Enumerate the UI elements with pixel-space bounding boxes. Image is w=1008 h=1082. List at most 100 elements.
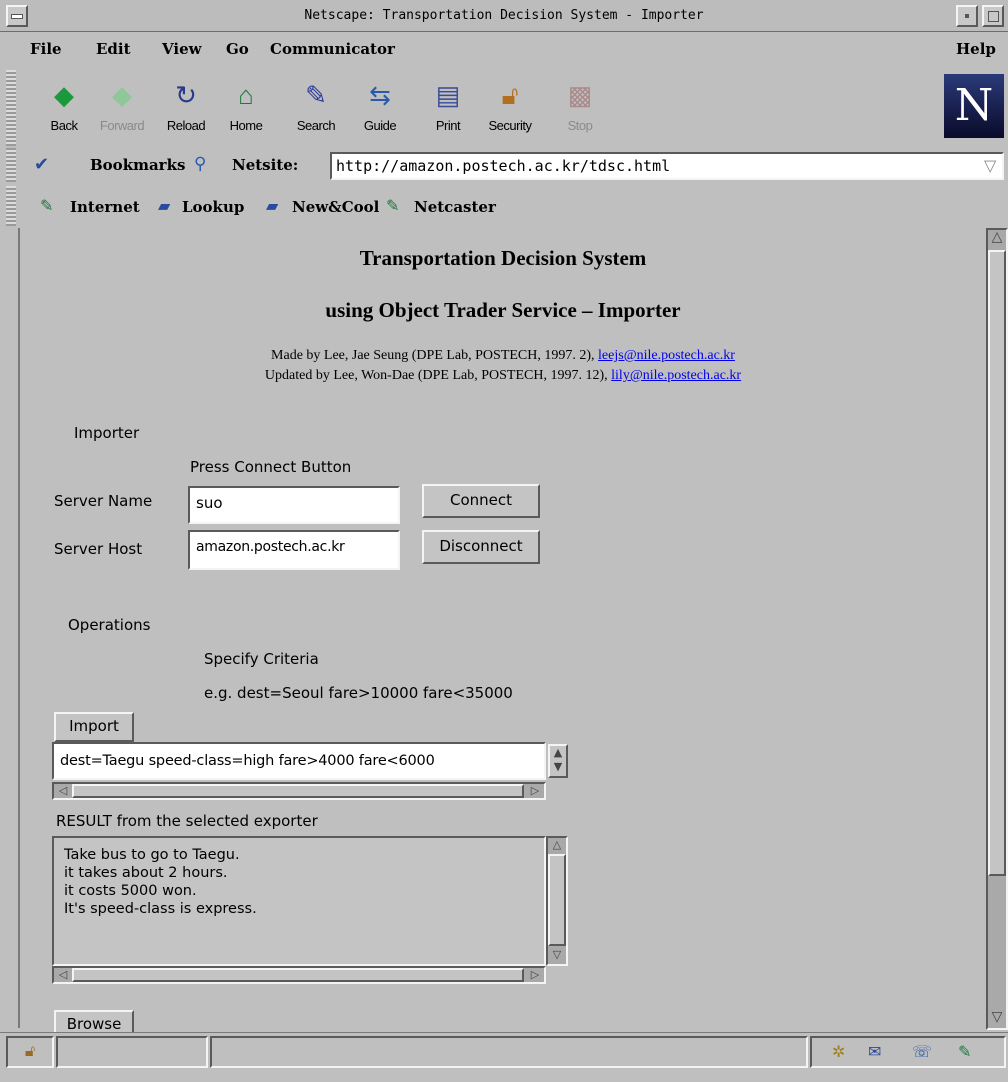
unlocked-icon: 🔓︎ <box>24 1041 36 1060</box>
result-label: RESULT from the selected exporter <box>56 812 318 830</box>
menu-file[interactable]: File <box>30 40 62 58</box>
server-host-label: Server Host <box>54 540 143 558</box>
print-button[interactable]: ▤ Print <box>420 74 476 144</box>
window-title: Netscape: Transportation Decision System… <box>304 8 704 23</box>
result-hscrollbar[interactable]: ◁ ▷ <box>52 966 546 984</box>
menu-communicator[interactable]: Communicator <box>270 40 395 58</box>
server-name-label: Server Name <box>54 492 153 510</box>
page-subtitle: using Object Trader Service – Importer <box>325 298 681 322</box>
bookmarks-button[interactable]: Bookmarks <box>90 156 185 174</box>
forward-arrow-icon: ◆ <box>112 80 132 110</box>
search-icon: ✎ <box>305 80 327 110</box>
credit-line-2: Updated by Lee, Won-Dae (DPE Lab, POSTEC… <box>20 368 986 384</box>
stop-button[interactable]: ▩ Stop <box>552 74 608 144</box>
url-history-dropdown-icon[interactable]: ▽ <box>984 156 996 175</box>
guide-button[interactable]: ⇆ Guide <box>352 74 408 144</box>
minimize-icon <box>965 14 969 18</box>
menu-bar: File Edit View Go Communicator Help <box>0 33 1008 67</box>
spin-up-icon: ▲ <box>553 746 563 759</box>
criteria-example: e.g. dest=Seoul fare>10000 fare<35000 <box>204 684 513 702</box>
credit-text-2: Updated by Lee, Won-Dae (DPE Lab, POSTEC… <box>264 368 612 383</box>
result-scroll-left-icon[interactable]: ◁ <box>54 968 72 982</box>
page-scroll-up-icon[interactable]: △ <box>988 230 1006 244</box>
result-hscroll-thumb[interactable] <box>72 968 524 982</box>
spin-down-icon: ▼ <box>553 760 563 773</box>
newcool-folder-icon: ▰ <box>266 196 279 215</box>
lookup-folder[interactable]: Lookup <box>182 198 244 216</box>
reload-button[interactable]: ↻ Reload <box>158 74 214 144</box>
print-icon: ▤ <box>435 80 461 110</box>
back-button[interactable]: ◆ Back <box>36 74 92 144</box>
result-text: Take bus to go to Taegu. it takes about … <box>64 847 257 917</box>
search-button[interactable]: ✎ Search <box>288 74 344 144</box>
newcool-folder[interactable]: New&Cool <box>292 198 379 216</box>
netsite-label: Netsite: <box>232 156 299 174</box>
specify-criteria-label: Specify Criteria <box>204 650 319 668</box>
minimize-button[interactable] <box>956 5 978 27</box>
discussions-icon[interactable]: ☏ <box>912 1042 932 1061</box>
result-scroll-right-icon[interactable]: ▷ <box>526 968 544 982</box>
result-vscroll-thumb[interactable] <box>548 854 566 946</box>
security-button[interactable]: 🔓︎ Security <box>482 74 538 144</box>
guide-icon: ⇆ <box>369 80 391 110</box>
url-field[interactable]: http://amazon.postech.ac.kr/tdsc.html <box>330 152 1004 180</box>
operations-label: Operations <box>68 616 151 634</box>
scroll-left-icon[interactable]: ◁ <box>54 784 72 798</box>
result-textarea[interactable]: Take bus to go to Taegu. it takes about … <box>52 836 546 966</box>
back-arrow-icon: ◆ <box>54 80 74 110</box>
mailbox-icon[interactable]: ✉ <box>868 1042 881 1061</box>
scroll-down-icon[interactable]: ▽ <box>548 948 566 962</box>
press-connect-label: Press Connect Button <box>190 458 352 476</box>
personal-toolbar-grip[interactable] <box>6 186 16 226</box>
home-button[interactable]: ⌂ Home <box>218 74 274 144</box>
menu-go[interactable]: Go <box>226 40 249 58</box>
toolbar-grip[interactable] <box>6 70 16 146</box>
page-proxy-icon[interactable]: ⚲ <box>194 154 206 174</box>
scroll-up-icon[interactable]: △ <box>548 838 566 852</box>
location-grip[interactable] <box>6 148 16 182</box>
content-left-frame <box>0 228 20 1028</box>
page-vscroll-thumb[interactable] <box>988 250 1006 876</box>
internet-icon: ✎ <box>40 196 54 215</box>
connect-button[interactable]: Connect <box>422 484 540 518</box>
page-title: Transportation Decision System <box>359 246 647 270</box>
menu-view[interactable]: View <box>162 40 202 58</box>
progress-meter <box>56 1036 208 1068</box>
server-host-field[interactable]: amazon.postech.ac.kr <box>188 530 400 570</box>
netscape-logo-icon[interactable]: N <box>944 74 1004 138</box>
criteria-spinner[interactable]: ▲ ▼ <box>548 744 568 778</box>
import-button[interactable]: Import <box>54 712 134 742</box>
importer-label: Importer <box>74 424 140 442</box>
maximize-icon <box>987 11 999 22</box>
stop-icon: ▩ <box>567 80 593 110</box>
menu-edit[interactable]: Edit <box>96 40 131 58</box>
reload-icon: ↻ <box>175 80 197 110</box>
menu-help[interactable]: Help <box>956 40 996 58</box>
scroll-right-icon[interactable]: ▷ <box>526 784 544 798</box>
component-bar: ✲ ✉ ☏ ✎ <box>810 1036 1006 1068</box>
lock-icon: 🔓︎ <box>501 80 519 110</box>
credit-text-1: Made by Lee, Jae Seung (DPE Lab, POSTECH… <box>271 348 599 363</box>
criteria-hscrollbar[interactable]: ◁ ▷ <box>52 782 546 800</box>
criteria-input[interactable]: dest=Taegu speed-class=high fare>4000 fa… <box>52 742 546 780</box>
server-name-field[interactable]: suo <box>188 486 400 524</box>
netcaster-link[interactable]: Netcaster <box>414 198 496 216</box>
email-link-leejs[interactable]: leejs@nile.postech.ac.kr <box>598 348 735 363</box>
forward-button[interactable]: ◆ Forward <box>94 74 150 144</box>
disconnect-button[interactable]: Disconnect <box>422 530 540 564</box>
email-link-lily[interactable]: lily@nile.postech.ac.kr <box>611 368 741 383</box>
lookup-folder-icon: ▰ <box>158 196 171 215</box>
composer-icon[interactable]: ✎ <box>958 1042 971 1061</box>
credit-line-1: Made by Lee, Jae Seung (DPE Lab, POSTECH… <box>20 348 986 364</box>
security-status[interactable]: 🔓︎ <box>6 1036 54 1068</box>
bookmarks-icon: ✔ <box>34 154 50 175</box>
criteria-hscroll-thumb[interactable] <box>72 784 524 798</box>
page-vscrollbar[interactable]: △ ▽ <box>986 228 1008 1030</box>
maximize-button[interactable] <box>982 5 1004 27</box>
status-message <box>210 1036 808 1068</box>
navigator-icon[interactable]: ✲ <box>832 1042 845 1061</box>
netcaster-icon: ✎ <box>386 196 400 215</box>
internet-link[interactable]: Internet <box>70 198 140 216</box>
result-vscrollbar[interactable]: △ ▽ <box>546 836 568 966</box>
page-scroll-down-icon[interactable]: ▽ <box>988 1010 1006 1024</box>
